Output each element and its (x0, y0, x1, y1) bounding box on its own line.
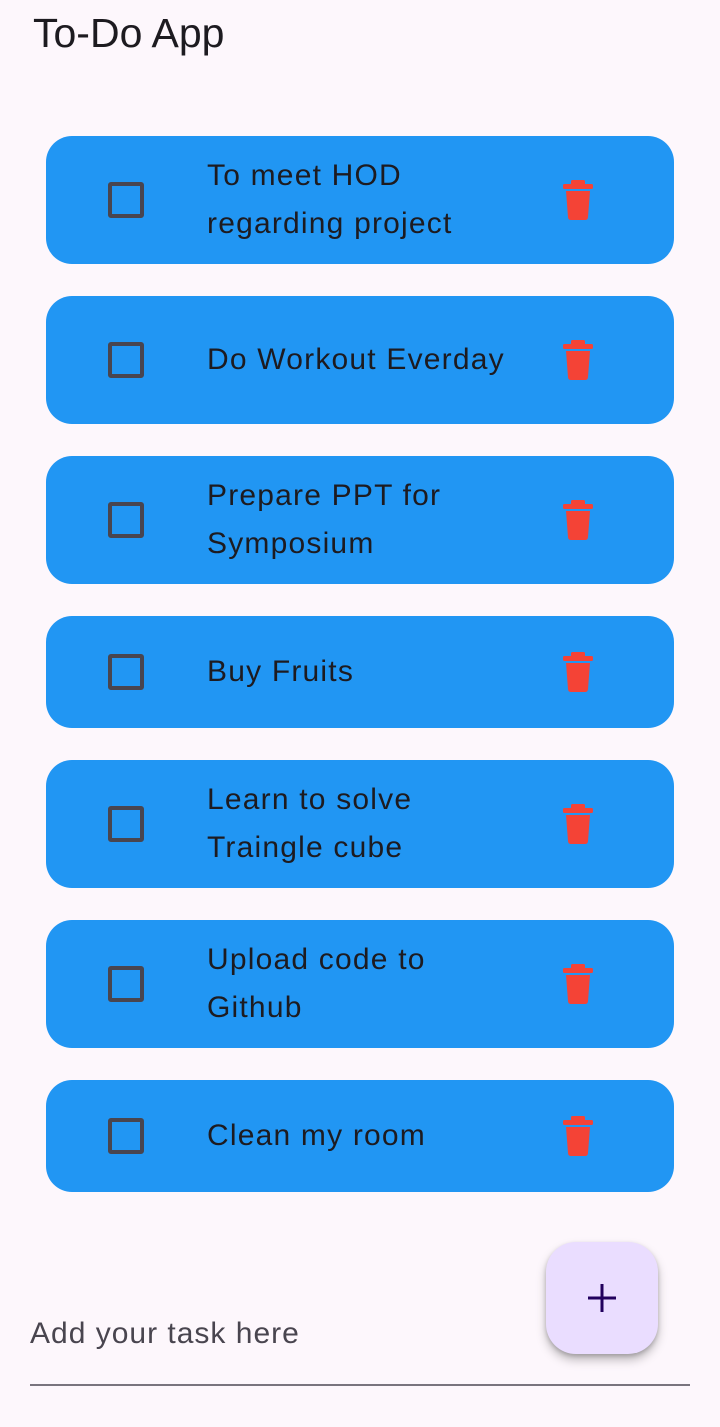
task-checkbox[interactable] (108, 806, 144, 842)
delete-task-button[interactable] (556, 1114, 600, 1158)
app-title: To-Do App (33, 10, 225, 56)
task-checkbox[interactable] (108, 654, 144, 690)
task-checkbox[interactable] (108, 342, 144, 378)
task-checkbox[interactable] (108, 1118, 144, 1154)
trash-icon (563, 1116, 593, 1156)
task-input[interactable] (30, 1306, 530, 1362)
trash-icon (563, 652, 593, 692)
task-text: Buy Fruits (207, 655, 355, 688)
task-text: Clean my room (207, 1119, 426, 1152)
task-text: Learn to solve Traingle cube (207, 783, 413, 864)
delete-task-button[interactable] (556, 962, 600, 1006)
task-text: Do Workout Everday (207, 343, 505, 376)
delete-task-button[interactable] (556, 338, 600, 382)
task-checkbox[interactable] (108, 966, 144, 1002)
add-task-button[interactable] (546, 1242, 658, 1354)
task-checkbox[interactable] (108, 502, 144, 538)
trash-icon (563, 964, 593, 1004)
trash-icon (563, 804, 593, 844)
task-text: Prepare PPT for Symposium (207, 479, 442, 560)
plus-icon (588, 1284, 616, 1312)
trash-icon (563, 500, 593, 540)
task-checkbox[interactable] (108, 182, 144, 218)
delete-task-button[interactable] (556, 802, 600, 846)
delete-task-button[interactable] (556, 650, 600, 694)
trash-icon (563, 340, 593, 380)
delete-task-button[interactable] (556, 498, 600, 542)
task-text: To meet HOD regarding project (207, 159, 453, 240)
task-text: Upload code to Github (207, 943, 426, 1024)
delete-task-button[interactable] (556, 178, 600, 222)
trash-icon (563, 180, 593, 220)
